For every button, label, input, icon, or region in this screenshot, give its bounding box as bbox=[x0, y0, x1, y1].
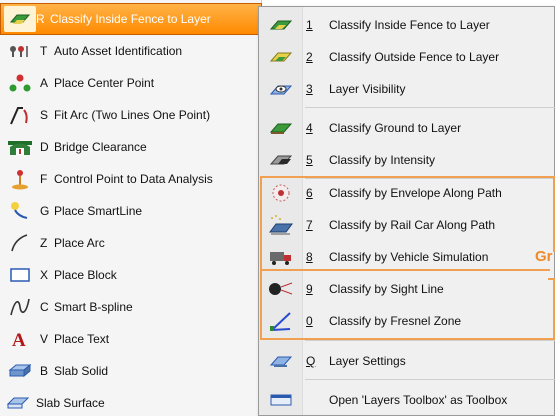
menu-item-smart-bspline[interactable]: C Smart B-spline bbox=[0, 291, 262, 323]
menu-item-place-arc[interactable]: Z Place Arc bbox=[0, 227, 262, 259]
submenu-key: 4 bbox=[306, 121, 313, 135]
menu-key: S bbox=[40, 108, 49, 122]
asset-id-icon bbox=[0, 35, 40, 67]
submenu-item-4[interactable]: 4 Classify Ground to Layer bbox=[259, 112, 555, 144]
svg-text:A: A bbox=[12, 330, 26, 349]
menu-key: G bbox=[40, 204, 50, 218]
arc-icon bbox=[0, 227, 40, 259]
toolbox-icon bbox=[263, 384, 299, 416]
menu-label: Bridge Clearance bbox=[54, 140, 147, 154]
submenu-label: Layer Settings bbox=[329, 354, 406, 368]
submenu-item-layer-settings[interactable]: Q Layer Settings bbox=[259, 345, 555, 377]
menu-key: T bbox=[40, 44, 48, 58]
submenu-key: 3 bbox=[306, 82, 313, 96]
layer-visibility-icon bbox=[263, 73, 299, 105]
menu-key: V bbox=[40, 332, 49, 346]
submenu-item-3[interactable]: 3 Layer Visibility bbox=[259, 73, 555, 105]
submenu-separator bbox=[305, 379, 555, 380]
fit-arc-icon bbox=[0, 99, 40, 131]
menu-label: Control Point to Data Analysis bbox=[54, 172, 213, 186]
classify-intensity-icon bbox=[263, 144, 299, 176]
menu-key: A bbox=[40, 76, 49, 90]
center-point-icon bbox=[0, 67, 40, 99]
menu-label: Smart B-spline bbox=[54, 300, 133, 314]
menu-item-classify-inside-fence[interactable]: R Classify Inside Fence to Layer bbox=[0, 3, 262, 35]
menu-item-place-text[interactable]: A V Place Text bbox=[0, 323, 262, 355]
menu-item-auto-asset[interactable]: T Auto Asset Identification bbox=[0, 35, 262, 67]
annotation-connector-lower bbox=[548, 278, 555, 340]
submenu-item-1[interactable]: 1 Classify Inside Fence to Layer bbox=[259, 9, 555, 41]
menu-item-bridge-clearance[interactable]: D Bridge Clearance bbox=[0, 131, 262, 163]
menu-label: Place Text bbox=[54, 332, 110, 346]
submenu-label: Classify by Intensity bbox=[329, 153, 436, 167]
submenu-key: 1 bbox=[306, 18, 313, 32]
text-icon: A bbox=[0, 323, 40, 355]
submenu-item-2[interactable]: 2 Classify Outside Fence to Layer bbox=[259, 41, 555, 73]
submenu-key: 2 bbox=[306, 50, 313, 64]
smartline-icon bbox=[0, 195, 40, 227]
menu-label: Place Arc bbox=[54, 236, 105, 250]
menu-item-place-block[interactable]: X Place Block bbox=[0, 259, 262, 291]
menu-label: Slab Surface bbox=[36, 396, 105, 410]
classify-ground-icon bbox=[263, 112, 299, 144]
classify-outside-icon bbox=[263, 41, 299, 73]
slab-solid-icon bbox=[0, 355, 40, 387]
menu-label: Auto Asset Identification bbox=[54, 44, 183, 58]
menu-key: F bbox=[40, 172, 48, 186]
classify-inside-icon bbox=[263, 9, 299, 41]
menu-item-place-center-point[interactable]: A Place Center Point bbox=[0, 67, 262, 99]
submenu-key: 5 bbox=[306, 153, 313, 167]
annotation-label: Gr bbox=[535, 248, 553, 265]
submenu-label: Layer Visibility bbox=[329, 82, 406, 96]
bspline-icon bbox=[0, 291, 40, 323]
block-icon bbox=[0, 259, 40, 291]
menu-key: X bbox=[40, 268, 49, 282]
submenu-label: Open 'Layers Toolbox' as Toolbox bbox=[329, 393, 508, 407]
slab-surface-icon bbox=[0, 387, 36, 416]
annotation-box-upper bbox=[260, 176, 550, 271]
menu-item-control-point[interactable]: F Control Point to Data Analysis bbox=[0, 163, 262, 195]
bridge-icon bbox=[0, 131, 40, 163]
menu-key: R bbox=[36, 12, 45, 26]
submenu-key: Q bbox=[306, 354, 316, 368]
submenu-separator bbox=[305, 107, 555, 108]
menu-item-fit-arc[interactable]: S Fit Arc (Two Lines One Point) bbox=[0, 99, 262, 131]
layer-settings-icon bbox=[263, 345, 299, 377]
menu-label: Fit Arc (Two Lines One Point) bbox=[54, 108, 211, 122]
menu-label: Classify Inside Fence to Layer bbox=[50, 12, 211, 26]
annotation-box-lower bbox=[260, 271, 550, 340]
menu-label: Slab Solid bbox=[54, 364, 109, 378]
submenu-separator bbox=[305, 340, 555, 341]
left-menu: R Classify Inside Fence to Layer T Auto … bbox=[0, 0, 262, 416]
menu-key: B bbox=[40, 364, 49, 378]
menu-label: Place Block bbox=[54, 268, 117, 282]
menu-item-place-smartline[interactable]: G Place SmartLine bbox=[0, 195, 262, 227]
submenu-label: Classify Outside Fence to Layer bbox=[329, 50, 500, 64]
menu-item-slab-solid[interactable]: B Slab Solid bbox=[0, 355, 262, 387]
menu-key: Z bbox=[40, 236, 48, 250]
annotation-connector-upper bbox=[548, 176, 555, 252]
classify-fence-icon bbox=[4, 6, 36, 32]
menu-label: Place SmartLine bbox=[54, 204, 143, 218]
submenu-item-5[interactable]: 5 Classify by Intensity bbox=[259, 144, 555, 176]
submenu-label: Classify Inside Fence to Layer bbox=[329, 18, 490, 32]
menu-key: C bbox=[40, 300, 49, 314]
submenu-label: Classify Ground to Layer bbox=[329, 121, 462, 135]
menu-key: D bbox=[40, 140, 49, 154]
submenu-item-open-toolbox[interactable]: Open 'Layers Toolbox' as Toolbox bbox=[259, 384, 555, 416]
menu-item-slab-surface[interactable]: Slab Surface bbox=[0, 387, 262, 416]
control-point-icon bbox=[0, 163, 40, 195]
menu-label: Place Center Point bbox=[54, 76, 155, 90]
